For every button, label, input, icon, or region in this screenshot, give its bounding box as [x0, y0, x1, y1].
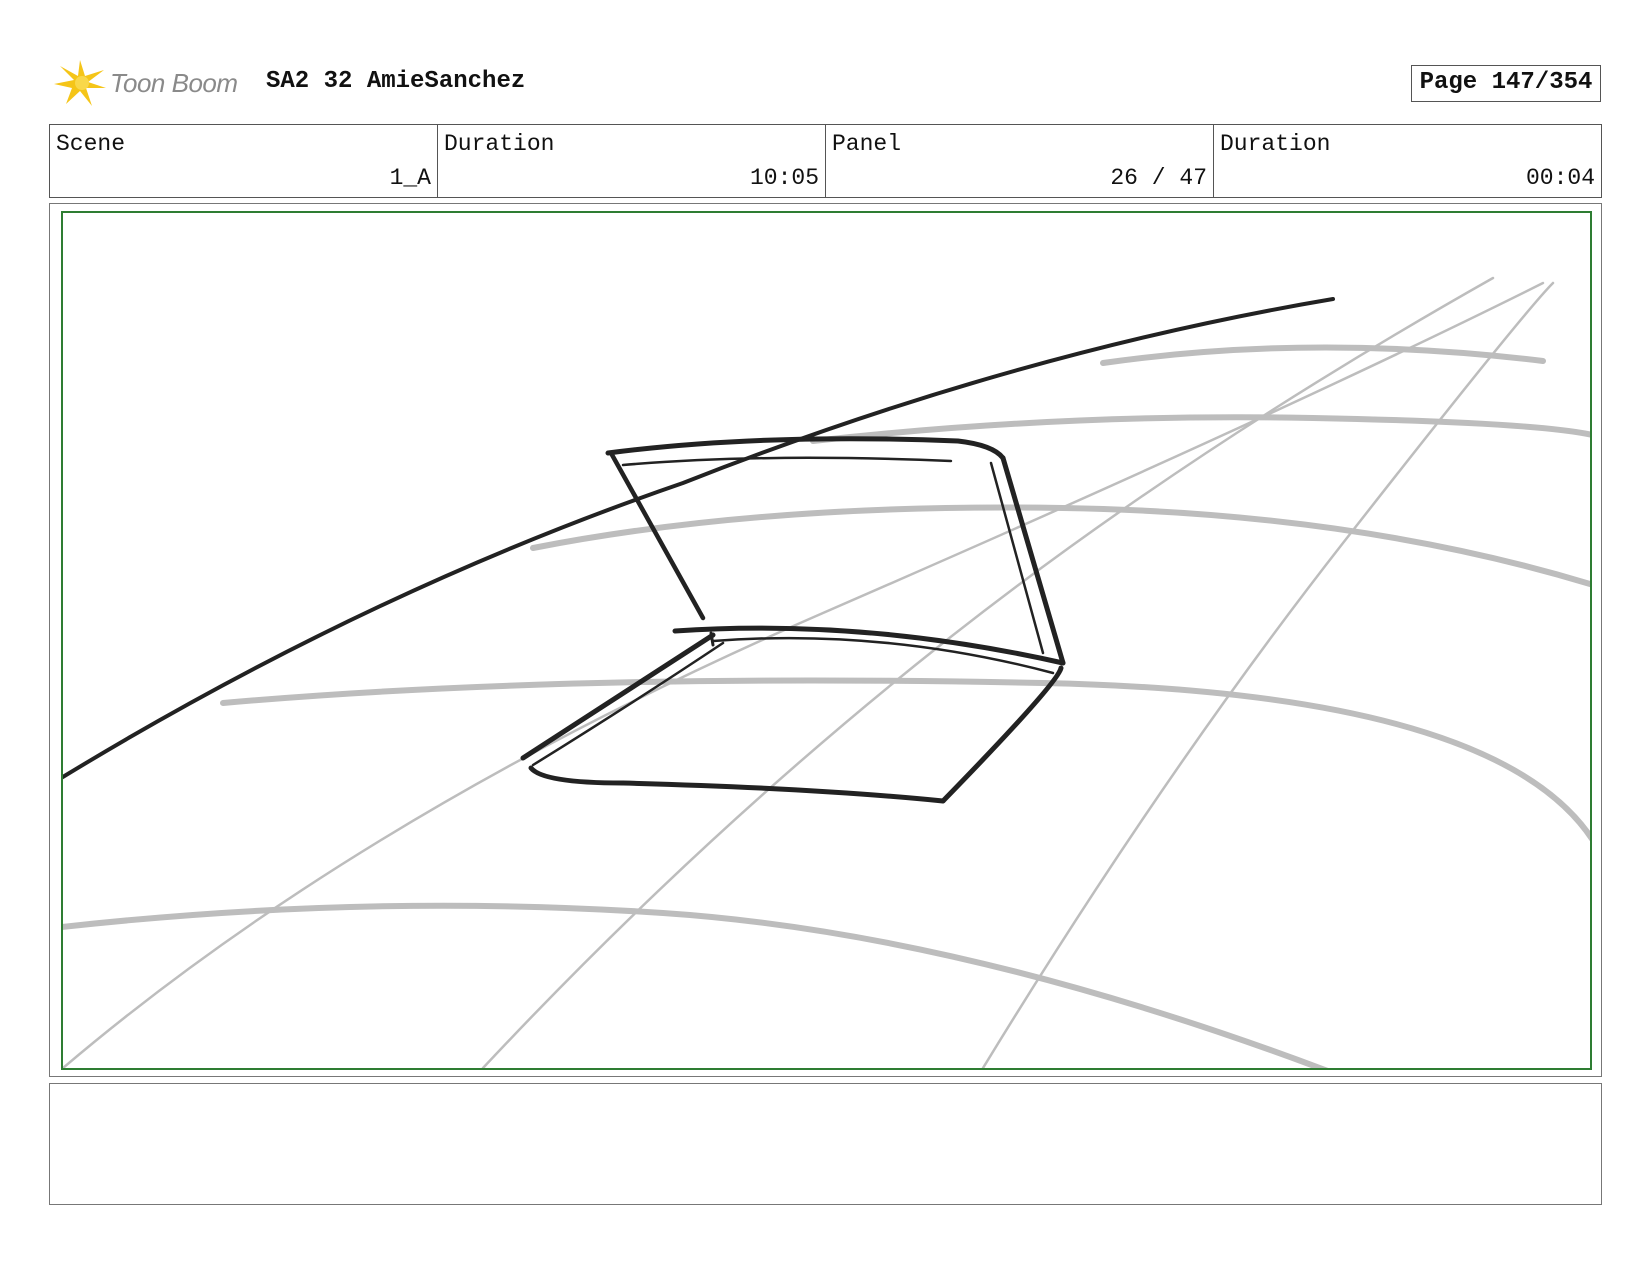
panel-notes-box: [49, 1083, 1602, 1205]
panel-duration-cell: Duration 00:04: [1214, 125, 1601, 197]
scene-value: 1_A: [389, 165, 431, 191]
scene-duration-value: 10:05: [749, 165, 819, 191]
panel-cell: Panel 26 / 47: [826, 125, 1214, 197]
document-title: SA2 32 AmieSanchez: [266, 68, 526, 95]
panel-duration-value: 00:04: [1525, 165, 1595, 191]
scene-duration-cell: Duration 10:05: [438, 125, 826, 197]
storyboard-panel: [61, 211, 1592, 1070]
scene-info-table: Scene 1_A Duration 10:05 Panel 26 / 47 D…: [49, 124, 1602, 198]
logo-text: Toon Boom: [110, 68, 238, 98]
page-indicator: Page 147/354: [1411, 65, 1601, 102]
scene-cell: Scene 1_A: [50, 125, 438, 197]
scene-label: Scene: [56, 131, 126, 157]
scene-duration-label: Duration: [444, 131, 555, 157]
toon-boom-logo: Toon Boom: [52, 58, 252, 110]
horizon-and-box: [63, 297, 1335, 804]
panel-sketch: [63, 276, 1590, 1068]
panel-label: Panel: [832, 131, 902, 157]
floor-grid: [63, 276, 1590, 1068]
toon-boom-star-icon: [54, 60, 106, 106]
panel-duration-label: Duration: [1220, 131, 1331, 157]
panel-value: 26 / 47: [1110, 165, 1207, 191]
